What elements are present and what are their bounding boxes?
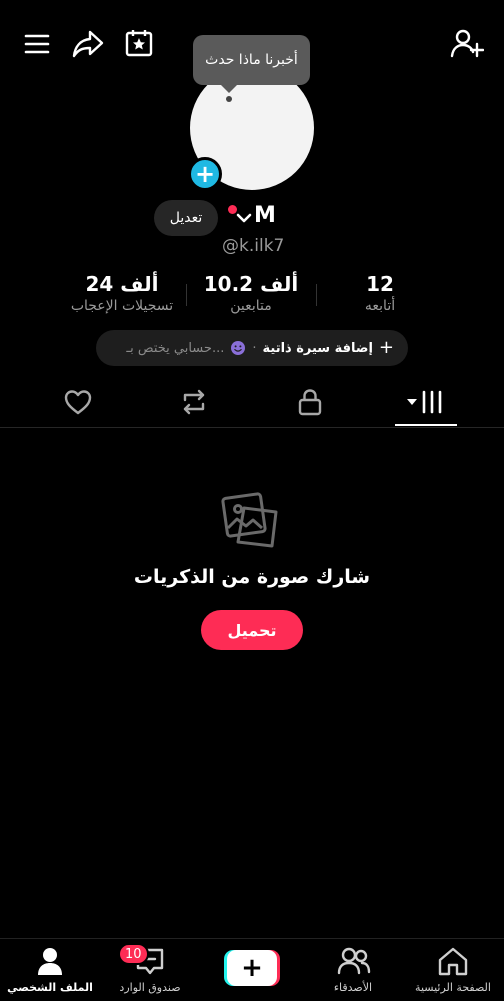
nav-home-label: الصفحة الرئيسية xyxy=(415,981,491,994)
followers-label: متابعين xyxy=(230,298,272,314)
photos-icon xyxy=(220,492,282,550)
lock-icon xyxy=(297,388,323,416)
plus-icon: + xyxy=(378,337,394,358)
heart-icon xyxy=(64,389,92,415)
nav-friends-label: الأصدقاء xyxy=(333,981,373,994)
repost-icon xyxy=(179,388,209,416)
tab-reposts[interactable] xyxy=(164,384,224,420)
share-button[interactable] xyxy=(70,26,106,62)
upload-button[interactable]: تحميل xyxy=(201,610,303,650)
nav-home[interactable]: الصفحة الرئيسية xyxy=(403,939,503,1001)
username: @k.ilk7 xyxy=(222,236,285,256)
hamburger-menu-icon xyxy=(24,33,50,55)
home-icon xyxy=(437,945,469,977)
tooltip-text: أخبرنا ماذا حدث xyxy=(205,52,298,68)
active-tab-indicator xyxy=(395,424,457,426)
edit-profile-button[interactable]: تعديل xyxy=(154,200,218,236)
smiley-icon xyxy=(230,340,246,356)
nav-friends[interactable]: الأصدقاء xyxy=(303,939,403,1001)
create-button[interactable]: + xyxy=(224,950,280,986)
followers-count[interactable]: 10.2 ألف xyxy=(191,272,311,296)
likes-label: تسجيلات الإعجاب xyxy=(70,298,174,314)
add-avatar-button[interactable]: + xyxy=(188,157,222,191)
friends-icon xyxy=(337,945,371,977)
nav-profile[interactable]: الملف الشخصي xyxy=(0,939,100,1001)
nav-profile-label: الملف الشخصي xyxy=(7,981,93,994)
following-count[interactable]: 12 xyxy=(320,272,440,296)
status-tooltip[interactable]: أخبرنا ماذا حدث xyxy=(193,35,310,93)
display-name[interactable]: M xyxy=(254,203,276,228)
edit-profile-label: تعديل xyxy=(169,210,203,226)
upload-label: تحميل xyxy=(227,620,277,640)
inbox-badge: 10 xyxy=(118,943,149,965)
add-bio-button[interactable]: حسابي يختص بـ... · إضافة سيرة ذاتية + xyxy=(96,330,408,366)
likes-count[interactable]: 24 ألف xyxy=(62,272,182,296)
following-label: أتابعه xyxy=(364,298,396,314)
chevron-down-icon[interactable] xyxy=(236,210,252,226)
nav-inbox[interactable]: صندوق الوارد xyxy=(100,939,200,1001)
share-arrow-icon xyxy=(72,29,104,59)
nav-inbox-label: صندوق الوارد xyxy=(119,981,181,994)
grid-icon xyxy=(405,389,445,415)
empty-state-title: شارك صورة من الذكريات xyxy=(133,566,371,588)
menu-button[interactable] xyxy=(20,28,54,60)
bio-hint: حسابي يختص بـ... xyxy=(126,340,225,356)
tabs-divider xyxy=(0,427,504,428)
profile-icon xyxy=(34,945,66,977)
plus-icon: + xyxy=(194,160,216,188)
add-bio-label: إضافة سيرة ذاتية xyxy=(262,340,373,356)
avatar-status-dot xyxy=(226,96,232,102)
plus-icon: + xyxy=(227,950,277,986)
calendar-star-icon xyxy=(124,28,154,58)
tab-liked[interactable] xyxy=(48,384,108,420)
tab-videos[interactable] xyxy=(395,384,455,420)
calendar-button[interactable] xyxy=(122,26,156,60)
add-user-icon xyxy=(450,28,484,60)
add-friend-button[interactable] xyxy=(448,26,486,62)
tab-private[interactable] xyxy=(280,384,340,420)
bio-separator: · xyxy=(252,340,257,356)
